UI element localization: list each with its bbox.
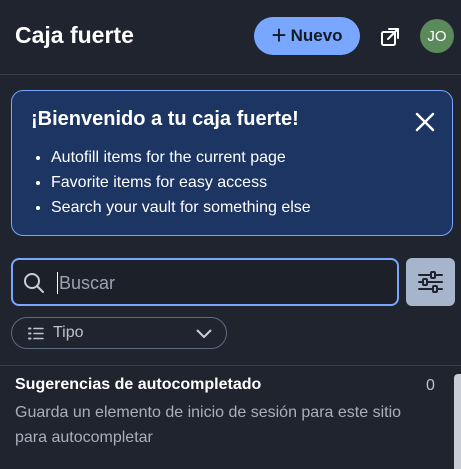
suggestions-count: 0: [426, 377, 435, 394]
popout-icon[interactable]: [380, 27, 400, 47]
welcome-list: Autofill items for the current page Favo…: [32, 145, 311, 220]
sliders-icon: [418, 271, 443, 293]
scrollbar-thumb[interactable]: [454, 374, 461, 469]
search-field[interactable]: [11, 258, 399, 306]
type-filter-dropdown[interactable]: Tipo: [11, 317, 227, 349]
welcome-title: ¡Bienvenido a tu caja fuerte!: [31, 108, 299, 130]
header: Caja fuerte + Nuevo JO: [0, 0, 461, 75]
close-icon[interactable]: [414, 111, 436, 133]
welcome-item: Search your vault for something else: [51, 195, 311, 220]
new-item-button[interactable]: + Nuevo: [254, 17, 360, 55]
avatar[interactable]: JO: [420, 19, 454, 53]
suggestions-description: Guarda un elemento de inicio de sesión p…: [15, 404, 402, 446]
new-item-label: Nuevo: [290, 26, 343, 45]
list-icon: [28, 327, 44, 340]
suggestions-heading: Sugerencias de autocompletado: [15, 376, 262, 393]
filter-options-button[interactable]: [406, 258, 455, 306]
search-input[interactable]: [59, 270, 379, 296]
section-divider: [0, 365, 461, 366]
text-cursor: [57, 272, 58, 294]
chevron-down-icon: [196, 329, 212, 338]
welcome-item: Autofill items for the current page: [51, 145, 311, 170]
welcome-item: Favorite items for easy access: [51, 170, 311, 195]
welcome-banner: ¡Bienvenido a tu caja fuerte! Autofill i…: [11, 90, 453, 236]
type-filter-label: Tipo: [53, 324, 84, 341]
search-icon: [24, 273, 44, 293]
page-title: Caja fuerte: [15, 22, 134, 48]
plus-icon: +: [271, 20, 287, 50]
